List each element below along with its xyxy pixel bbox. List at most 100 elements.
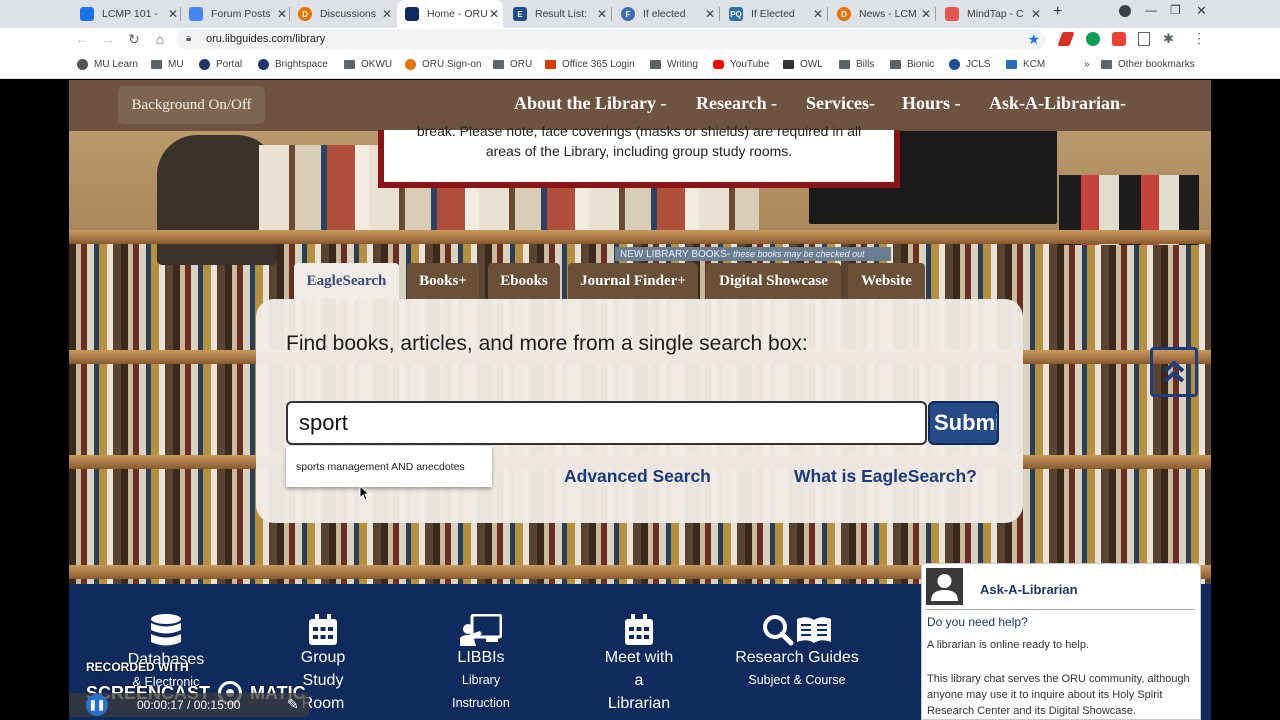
bookmark-folder[interactable]: Other bookmarks — [1101, 59, 1195, 70]
nav-services[interactable]: Services- — [806, 93, 875, 114]
browser-tab[interactable]: Forum Posts ✕ — [181, 0, 291, 28]
star-icon[interactable]: ★ — [1027, 31, 1040, 48]
tab-title: Home - ORU — [427, 8, 488, 20]
kcm-icon — [1006, 60, 1017, 69]
profile-icon[interactable] — [1119, 5, 1131, 17]
quick-link-databases[interactable]: Databases & Electronic — [91, 584, 241, 694]
ebsco-icon: E — [513, 7, 527, 21]
folder-icon — [151, 60, 162, 69]
close-icon[interactable]: ✕ — [813, 7, 823, 21]
quick-link-meet-librarian[interactable]: Meet with a Librarian — [564, 584, 714, 715]
menu-dots-icon[interactable]: ⋮ — [1192, 30, 1206, 47]
playback-bar[interactable]: ❚❚ 00:00:17 / 00:15:00 ✎ — [69, 693, 309, 717]
bookmark-folder[interactable]: Bionic — [890, 59, 934, 70]
bookmark-item[interactable]: MU Learn — [77, 59, 138, 70]
document-icon: F — [621, 7, 635, 21]
browser-tab[interactable]: F If elected ✕ — [613, 0, 719, 28]
autocomplete-suggestion[interactable]: sports management AND anecdotes — [286, 446, 492, 487]
pencil-icon[interactable]: ✎ — [287, 696, 299, 713]
reload-icon[interactable]: ↻ — [125, 31, 143, 48]
background-toggle-button[interactable]: Background On/Off — [118, 86, 265, 124]
nav-research[interactable]: Research - — [696, 93, 777, 114]
minimize-icon[interactable]: — — [1145, 3, 1157, 17]
close-icon[interactable]: ✕ — [597, 7, 607, 21]
quick-link-libbis[interactable]: LIBBIs Library Instruction — [406, 584, 556, 715]
bookmark-folder[interactable]: ORU — [493, 59, 532, 70]
jcls-icon — [949, 59, 960, 70]
close-icon[interactable]: ✕ — [382, 7, 392, 21]
bookmark-folder[interactable]: Bills — [839, 59, 874, 70]
forward-icon[interactable]: → — [99, 31, 117, 47]
bookmark-item[interactable]: Office 365 Login — [545, 59, 635, 70]
browser-tab-active[interactable]: Home - ORU ✕ — [397, 0, 503, 28]
what-is-eaglesearch-link[interactable]: What is EagleSearch? — [794, 466, 977, 487]
nav-ask-a-librarian[interactable]: Ask-A-Librarian- — [989, 93, 1126, 114]
browser-tab[interactable]: MindTap - C ✕ — [937, 0, 1045, 28]
advanced-search-link[interactable]: Advanced Search — [564, 466, 711, 487]
home-icon[interactable]: ⌂ — [151, 31, 169, 47]
bookmarks-overflow-icon[interactable]: » — [1084, 59, 1090, 70]
folder-icon — [344, 60, 355, 69]
browser-tab[interactable]: D Discussions ✕ — [290, 0, 396, 28]
extension-badge-icon[interactable] — [1112, 32, 1126, 46]
bookmark-folder[interactable]: Writing — [650, 59, 698, 70]
grammarly-icon[interactable] — [1086, 32, 1100, 46]
tab-digital-showcase[interactable]: Digital Showcase — [706, 263, 841, 299]
close-icon[interactable]: ✕ — [921, 7, 931, 21]
bookmark-item[interactable]: Portal — [199, 59, 242, 70]
close-icon[interactable]: ✕ — [168, 7, 178, 21]
bookmark-item[interactable]: ORU Sign-on — [405, 59, 481, 70]
quick-link-title: Meet with a Librarian — [604, 649, 674, 712]
tab-books[interactable]: Books+ — [407, 263, 479, 299]
docs-icon — [189, 7, 203, 21]
tab-title: Forum Posts — [211, 8, 271, 20]
bookmark-item[interactable]: Brightspace — [258, 59, 328, 70]
browser-tab[interactable]: PQ If Elected ✕ — [721, 0, 827, 28]
notice-line-1: break. Please note, face coverings (mask… — [416, 123, 862, 139]
pause-icon[interactable]: ❚❚ — [86, 694, 108, 716]
close-icon[interactable]: ✕ — [705, 7, 715, 21]
folder-icon — [839, 60, 850, 69]
clipboard-icon[interactable] — [1138, 32, 1150, 46]
chat-status: A librarian is online ready to help. — [927, 639, 1090, 651]
bookmark-folder[interactable]: OKWU — [344, 59, 392, 70]
bookmark-label: Portal — [216, 59, 243, 70]
submit-button[interactable]: Submit — [928, 401, 999, 445]
browser-tab[interactable]: D News - LCM ✕ — [829, 0, 935, 28]
back-icon[interactable]: ← — [73, 31, 91, 47]
new-tab-button[interactable]: + — [1053, 3, 1062, 21]
nav-about-library[interactable]: About the Library - — [514, 93, 667, 114]
bookmark-folder[interactable]: MU — [151, 59, 184, 70]
browser-tab[interactable]: LCMP 101 - ✕ — [72, 0, 182, 28]
tab-website[interactable]: Website — [848, 263, 925, 299]
tab-eaglesearch[interactable]: EagleSearch — [294, 263, 399, 299]
restore-icon[interactable]: ❐ — [1170, 3, 1181, 17]
nav-hours[interactable]: Hours - — [902, 93, 961, 114]
back-to-top-button[interactable] — [1150, 347, 1198, 397]
close-icon[interactable]: ✕ — [1031, 7, 1041, 21]
window-close-icon[interactable]: ✕ — [1196, 3, 1207, 19]
tab-ebooks[interactable]: Ebooks — [488, 263, 560, 299]
search-input[interactable]: sport — [286, 401, 927, 445]
search-heading: Find books, articles, and more from a si… — [286, 332, 808, 355]
url-field[interactable]: 🔒︎ oru.libguides.com/library ★ — [176, 29, 1046, 49]
close-icon[interactable]: ✕ — [277, 7, 287, 21]
bookmark-item[interactable]: KCM — [1006, 59, 1045, 70]
chat-header[interactable]: Ask-A-Librarian — [926, 568, 1194, 610]
puzzle-icon[interactable]: ✱ — [1163, 31, 1174, 47]
browser-tab[interactable]: E Result List: ✕ — [505, 0, 611, 28]
pen-extension-icon[interactable] — [1057, 32, 1075, 46]
notice-line-2: areas of the Library, including group st… — [485, 143, 793, 159]
folder-icon — [1101, 60, 1112, 69]
bookmark-label: Brightspace — [275, 59, 328, 70]
office-icon — [545, 60, 556, 69]
chat-widget[interactable]: Ask-A-Librarian Do you need help? A libr… — [921, 563, 1201, 720]
tab-journal-finder[interactable]: Journal Finder+ — [568, 263, 698, 299]
bookmark-item[interactable]: YouTube — [713, 59, 769, 70]
bookmark-item[interactable]: OWL — [783, 59, 823, 70]
url-text: oru.libguides.com/library — [206, 33, 326, 45]
bookmark-item[interactable]: JCLS — [949, 59, 990, 70]
user-icon — [931, 574, 958, 601]
quick-link-research-guides[interactable]: Research Guides Subject & Course — [722, 584, 872, 692]
close-icon[interactable]: ✕ — [489, 7, 499, 21]
